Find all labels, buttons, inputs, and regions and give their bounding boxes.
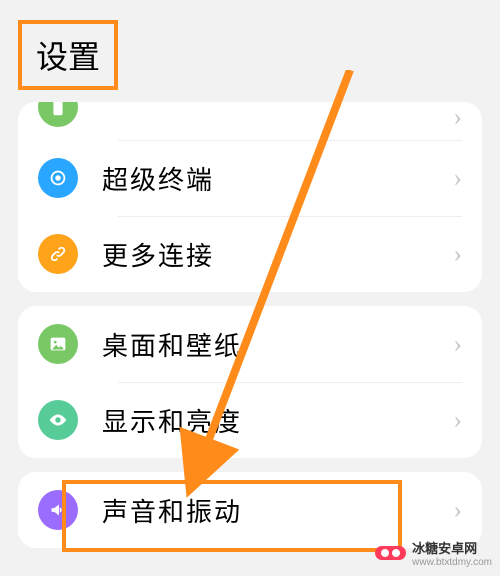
image-icon	[38, 324, 78, 364]
chevron-right-icon: ›	[453, 495, 462, 525]
chevron-right-icon: ›	[453, 163, 462, 193]
settings-group-2: 桌面和壁纸 › 显示和亮度 ›	[18, 306, 482, 458]
chevron-right-icon: ›	[453, 405, 462, 435]
link-icon	[38, 234, 78, 274]
watermark-brand: 冰糖安卓网	[412, 538, 492, 557]
volume-icon	[38, 490, 78, 530]
watermark-url: www.btxtdmy.com	[412, 557, 492, 568]
row-label: 超级终端	[102, 160, 453, 197]
row-super-terminal[interactable]: 超级终端 ›	[18, 140, 482, 216]
header: 设置	[0, 0, 500, 100]
chevron-right-icon: ›	[453, 239, 462, 269]
row-label: 声音和振动	[102, 492, 453, 529]
row-sound-vibration[interactable]: 声音和振动 ›	[18, 472, 482, 548]
row-display-brightness[interactable]: 显示和亮度 ›	[18, 382, 482, 458]
page-title: 设置	[36, 32, 100, 78]
target-icon	[38, 158, 78, 198]
watermark-badge-icon	[375, 546, 406, 560]
settings-group-3: 声音和振动 ›	[18, 472, 482, 548]
chevron-right-icon: ›	[453, 329, 462, 359]
watermark: 冰糖安卓网 www.btxtdmy.com	[375, 538, 492, 568]
settings-group-1: › 超级终端 › 更多连接 ›	[18, 102, 482, 292]
row-label: 桌面和壁纸	[102, 326, 453, 363]
eye-icon	[38, 400, 78, 440]
row-phone[interactable]: ›	[18, 102, 482, 140]
row-more-connections[interactable]: 更多连接 ›	[18, 216, 482, 292]
chevron-right-icon: ›	[453, 102, 462, 132]
row-label: 显示和亮度	[102, 402, 453, 439]
row-desktop-wallpaper[interactable]: 桌面和壁纸 ›	[18, 306, 482, 382]
phone-icon	[38, 102, 78, 127]
title-highlight: 设置	[18, 20, 118, 90]
row-label: 更多连接	[102, 236, 453, 273]
